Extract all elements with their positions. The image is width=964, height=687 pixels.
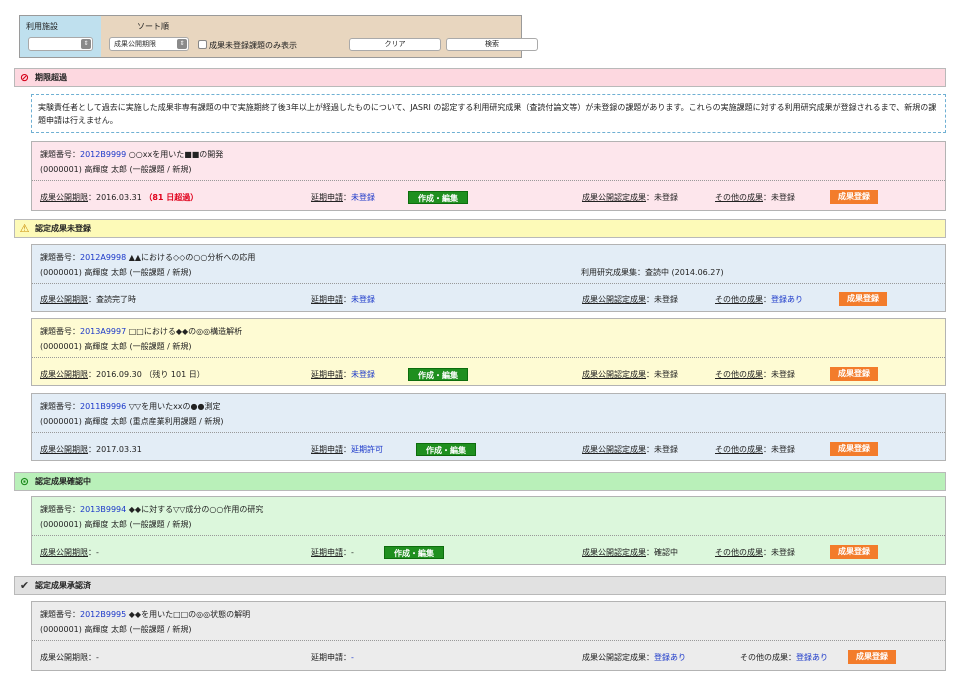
select-arrows-icon: ⇕ bbox=[81, 39, 91, 49]
register-button[interactable]: 成果登録 bbox=[830, 367, 878, 381]
project-number-link[interactable]: 2012B9999 bbox=[80, 150, 126, 159]
applicant: (0000001) 高輝度 太郎 (一般課題 / 新規) bbox=[40, 342, 192, 351]
extension-link[interactable]: 延期許可 bbox=[351, 445, 383, 454]
project-number-link[interactable]: 2012B9995 bbox=[80, 610, 126, 619]
certified-label: 成果公開認定成果 bbox=[582, 370, 646, 379]
only-unregistered-label: 成果未登録課題のみ表示 bbox=[209, 41, 297, 50]
overdue-days: （81 日超過） bbox=[144, 193, 199, 202]
deadline-label: 成果公開期限 bbox=[40, 445, 88, 454]
extension-link[interactable]: 未登録 bbox=[351, 295, 375, 304]
other-label: その他の成果 bbox=[715, 370, 763, 379]
section-overdue: ⊘ 期限超過 bbox=[14, 68, 946, 87]
check-icon: ✔ bbox=[19, 579, 30, 592]
facility-label: 利用施設 bbox=[26, 22, 58, 31]
warning-icon: ⚠ bbox=[19, 222, 30, 235]
facility-select[interactable]: ⇕ bbox=[28, 37, 93, 51]
register-button[interactable]: 成果登録 bbox=[848, 650, 896, 664]
extension-label: 延期申請 bbox=[311, 653, 343, 662]
deadline-label: 成果公開期限 bbox=[40, 193, 88, 202]
section-unregistered: ⚠ 認定成果未登録 bbox=[14, 219, 946, 238]
select-arrows-icon: ⇕ bbox=[177, 39, 187, 49]
certified-label: 成果公開認定成果 bbox=[582, 193, 646, 202]
sort-label: ソート順 bbox=[137, 22, 169, 31]
register-button[interactable]: 成果登録 bbox=[830, 190, 878, 204]
other-label: その他の成果 bbox=[715, 445, 763, 454]
extension-label: 延期申請 bbox=[311, 548, 343, 557]
certified-label: 成果公開認定成果 bbox=[582, 548, 646, 557]
project-number-link[interactable]: 2013B9994 bbox=[80, 505, 126, 514]
filter-panel: 利用施設 ⇕ ソート順 成果公開期限 ⇕ 成果未登録課題のみ表示 クリア 検索 bbox=[19, 15, 538, 58]
project-card: 課題番号：2012B9995 ◆◆を用いた□□の◎◎状態の解明 (0000001… bbox=[31, 601, 946, 671]
register-button[interactable]: 成果登録 bbox=[839, 292, 887, 306]
section-reviewing: ⊙ 認定成果確認中 bbox=[14, 472, 946, 491]
extension-link[interactable]: 未登録 bbox=[351, 370, 375, 379]
extension-label: 延期申請 bbox=[311, 370, 343, 379]
deadline-label: 成果公開期限 bbox=[40, 370, 88, 379]
edit-button[interactable]: 作成・編集 bbox=[408, 368, 468, 381]
applicant: (0000001) 高輝度 太郎 (一般課題 / 新規) bbox=[40, 520, 192, 529]
applicant: (0000001) 高輝度 太郎 (一般課題 / 新規) bbox=[40, 165, 192, 174]
other-label: その他の成果 bbox=[715, 548, 763, 557]
edit-button[interactable]: 作成・編集 bbox=[384, 546, 444, 559]
deadline-label: 成果公開期限 bbox=[40, 295, 88, 304]
edit-button[interactable]: 作成・編集 bbox=[416, 443, 476, 456]
project-number-link[interactable]: 2012A9998 bbox=[80, 253, 126, 262]
section-approved: ✔ 認定成果承認済 bbox=[14, 576, 946, 595]
certified-label: 成果公開認定成果 bbox=[582, 653, 646, 662]
applicant: (0000001) 高輝度 太郎 (一般課題 / 新規) bbox=[40, 268, 192, 277]
clear-button[interactable]: クリア bbox=[349, 38, 441, 51]
other-label: その他の成果 bbox=[740, 653, 788, 662]
remaining-days: （残り 101 日） bbox=[144, 370, 205, 379]
certified-label: 成果公開認定成果 bbox=[582, 445, 646, 454]
research-status: 利用研究成果集：査読中 (2014.06.27) bbox=[581, 268, 724, 277]
register-button[interactable]: 成果登録 bbox=[830, 442, 878, 456]
project-card: 課題番号：2013A9997 □□における◆◆の◎◎構造解析 (0000001)… bbox=[31, 318, 946, 386]
project-card: 課題番号：2011B9996 ▽▽を用いたxxの●●測定 (0000001) 高… bbox=[31, 393, 946, 461]
other-link[interactable]: 登録あり bbox=[771, 295, 803, 304]
sort-select[interactable]: 成果公開期限 ⇕ bbox=[109, 37, 189, 51]
other-label: その他の成果 bbox=[715, 193, 763, 202]
reviewing-icon: ⊙ bbox=[19, 475, 30, 488]
overdue-notice: 実験責任者として過去に実施した成果非専有課題の中で実施期終了後3年以上が経過した… bbox=[31, 94, 946, 133]
extension-label: 延期申請 bbox=[311, 445, 343, 454]
applicant: (0000001) 高輝度 太郎 (一般課題 / 新規) bbox=[40, 625, 192, 634]
deadline-label: 成果公開期限 bbox=[40, 548, 88, 557]
edit-button[interactable]: 作成・編集 bbox=[408, 191, 468, 204]
project-card: 課題番号：2012B9999 ○○xxを用いた■■の開発 (0000001) 高… bbox=[31, 141, 946, 211]
extension-label: 延期申請 bbox=[311, 295, 343, 304]
extension-link[interactable]: 未登録 bbox=[351, 193, 375, 202]
project-number-link[interactable]: 2013A9997 bbox=[80, 327, 126, 336]
certified-label: 成果公開認定成果 bbox=[582, 295, 646, 304]
project-card: 課題番号：2013B9994 ◆◆に対する▽▽成分の○○作用の研究 (00000… bbox=[31, 496, 946, 565]
applicant: (0000001) 高輝度 太郎 (重点産業利用課題 / 新規) bbox=[40, 417, 224, 426]
extension-label: 延期申請 bbox=[311, 193, 343, 202]
other-label: その他の成果 bbox=[715, 295, 763, 304]
deadline-label: 成果公開期限 bbox=[40, 653, 88, 662]
search-button[interactable]: 検索 bbox=[446, 38, 538, 51]
prohibited-icon: ⊘ bbox=[19, 71, 30, 84]
other-link[interactable]: 登録あり bbox=[796, 653, 828, 662]
certified-link[interactable]: 登録あり bbox=[654, 653, 686, 662]
sort-filter: ソート順 成果公開期限 ⇕ 成果未登録課題のみ表示 クリア 検索 bbox=[101, 16, 538, 57]
facility-filter: 利用施設 ⇕ bbox=[20, 16, 101, 57]
register-button[interactable]: 成果登録 bbox=[830, 545, 878, 559]
project-number-link[interactable]: 2011B9996 bbox=[80, 402, 126, 411]
only-unregistered-checkbox[interactable] bbox=[198, 40, 207, 49]
project-card: 課題番号：2012A9998 ▲▲における◇◇の○○分析への応用 (000000… bbox=[31, 244, 946, 312]
